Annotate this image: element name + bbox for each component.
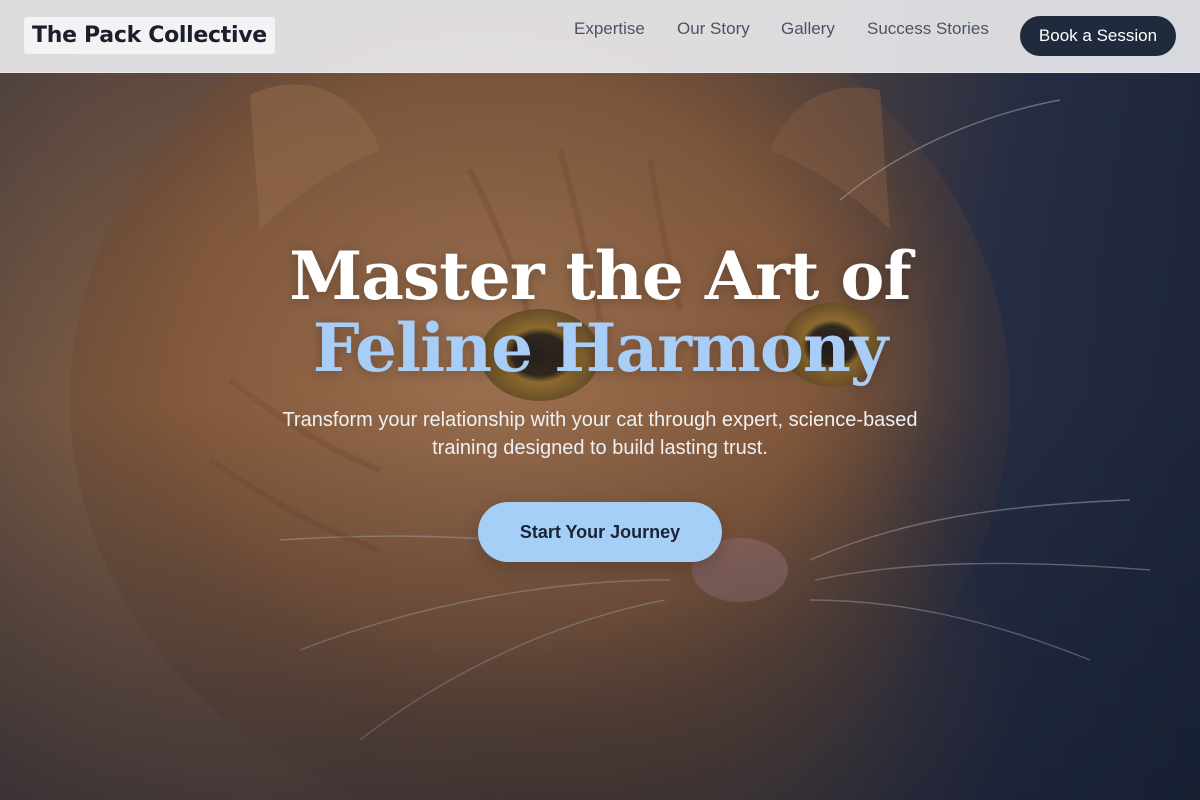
nav-link-gallery[interactable]: Gallery bbox=[781, 18, 835, 40]
hero-headline: Master the Art of Feline Harmony bbox=[150, 240, 1050, 384]
headline-line-2-accent: Feline Harmony bbox=[312, 309, 888, 387]
navbar: The Pack Collective Expertise Our Story … bbox=[0, 0, 1200, 73]
headline-line-1: Master the Art of bbox=[289, 237, 912, 315]
brand-logo[interactable]: The Pack Collective bbox=[24, 17, 275, 54]
start-journey-button[interactable]: Start Your Journey bbox=[478, 502, 722, 562]
nav-link-our-story[interactable]: Our Story bbox=[677, 18, 750, 40]
hero-subtitle: Transform your relationship with your ca… bbox=[282, 409, 918, 459]
book-session-button[interactable]: Book a Session bbox=[1020, 16, 1176, 56]
hero-overlay bbox=[0, 0, 1200, 800]
nav-link-success-stories[interactable]: Success Stories bbox=[867, 18, 989, 40]
hero-section bbox=[0, 0, 1200, 800]
nav-link-expertise[interactable]: Expertise bbox=[574, 18, 645, 40]
